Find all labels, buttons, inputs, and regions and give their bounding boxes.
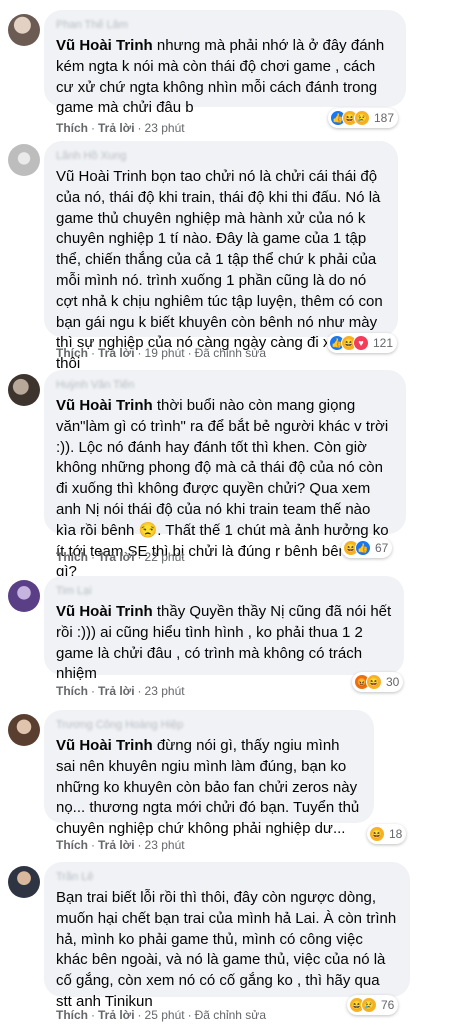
reply-button[interactable]: Trả lời — [98, 838, 135, 852]
sad-icon: 😢 — [354, 110, 370, 126]
mention-link[interactable]: Vũ Hoài Trinh — [56, 603, 153, 620]
comment-actions: Thích · Trả lời · 22 phút — [56, 550, 185, 564]
reaction-summary[interactable]: 😆 👍 67 — [341, 538, 393, 558]
reaction-count: 187 — [374, 111, 395, 125]
avatar[interactable] — [8, 374, 40, 406]
comment-author[interactable]: Trần Lê — [56, 870, 398, 884]
comment-actions: Thích · Trả lời · 23 phút — [56, 121, 185, 135]
comment-time[interactable]: 23 phút — [145, 838, 185, 852]
comment-bubble: Tim Lại Vũ Hoài Trinh thầy Quyền thầy Nị… — [44, 576, 404, 682]
reply-button[interactable]: Trả lời — [98, 550, 135, 564]
reaction-summary[interactable]: 👍 😆 😢 187 — [328, 108, 399, 128]
reaction-count: 30 — [386, 675, 400, 689]
love-icon: ♥ — [353, 335, 369, 351]
comment-time[interactable]: 19 phút — [145, 346, 185, 360]
comment-time[interactable]: 25 phút — [145, 1008, 185, 1022]
like-button[interactable]: Thích — [56, 121, 88, 135]
reply-button[interactable]: Trả lời — [98, 346, 135, 360]
reaction-summary[interactable]: 😆 18 — [367, 824, 407, 844]
comment-time[interactable]: 22 phút — [145, 550, 185, 564]
comment-bubble: Trần Lê Bạn trai biết lỗi rồi thì thôi, … — [44, 862, 410, 1010]
comment-text: Vũ Hoài Trinh nhưng mà phải nhớ là ở đây… — [56, 37, 385, 117]
comment-text: Vũ Hoài Trinh đừng nói gì, thấy ngiu mìn… — [56, 737, 360, 838]
comment-actions: Thích · Trả lời · 19 phút · Đã chỉnh sửa — [56, 346, 266, 360]
comment-bubble: Huỳnh Văn Tiến Vũ Hoài Trinh thời buổi n… — [44, 370, 406, 580]
mention-link[interactable]: Vũ Hoài Trinh — [56, 397, 153, 414]
comment-author[interactable]: Phan Thế Lâm — [56, 18, 394, 32]
like-button[interactable]: Thích — [56, 838, 88, 852]
comment-author[interactable]: Lãnh Hồ Xung — [56, 149, 386, 163]
like-button[interactable]: Thích — [56, 684, 88, 698]
reaction-summary[interactable]: 😡 😆 30 — [352, 672, 404, 692]
sad-icon: 😢 — [361, 997, 377, 1013]
comment-actions: Thích · Trả lời · 23 phút — [56, 684, 185, 698]
comment-bubble: Trương Công Hoàng Hiệp Vũ Hoài Trinh đừn… — [44, 710, 374, 837]
comment-text: Vũ Hoài Trinh thầy Quyền thầy Nị cũng đã… — [56, 603, 392, 683]
reaction-count: 76 — [381, 998, 395, 1012]
comment-author[interactable]: Huỳnh Văn Tiến — [56, 378, 394, 392]
mention-link[interactable]: Vũ Hoài Trinh — [56, 37, 153, 54]
avatar[interactable] — [8, 14, 40, 46]
avatar[interactable] — [8, 714, 40, 746]
edited-label[interactable]: Đã chỉnh sửa — [195, 346, 266, 360]
comment-bubble: Phan Thế Lâm Vũ Hoài Trinh nhưng mà phải… — [44, 10, 406, 116]
avatar[interactable] — [8, 144, 40, 176]
reply-button[interactable]: Trả lời — [98, 684, 135, 698]
like-icon: 👍 — [355, 540, 371, 556]
comment-text: Bạn trai biết lỗi rồi thì thôi, đây còn … — [56, 889, 397, 1010]
like-button[interactable]: Thích — [56, 346, 88, 360]
comment-time[interactable]: 23 phút — [145, 121, 185, 135]
comment-time[interactable]: 23 phút — [145, 684, 185, 698]
comment-author[interactable]: Trương Công Hoàng Hiệp — [56, 718, 362, 732]
reaction-count: 67 — [375, 541, 389, 555]
reaction-count: 18 — [389, 827, 403, 841]
edited-label[interactable]: Đã chỉnh sửa — [195, 1008, 266, 1022]
avatar[interactable] — [8, 866, 40, 898]
comment-actions: Thích · Trả lời · 23 phút — [56, 838, 185, 852]
mention-link[interactable]: Vũ Hoài Trinh — [56, 737, 153, 754]
comment-actions: Thích · Trả lời · 25 phút · Đã chỉnh sửa — [56, 1008, 266, 1022]
haha-icon: 😆 — [369, 826, 385, 842]
reaction-count: 121 — [373, 336, 394, 350]
reaction-summary[interactable]: 👍 😆 ♥ 121 — [327, 333, 398, 353]
haha-icon: 😆 — [366, 674, 382, 690]
reply-button[interactable]: Trả lời — [98, 121, 135, 135]
reply-button[interactable]: Trả lời — [98, 1008, 135, 1022]
reaction-summary[interactable]: 😆 😢 76 — [347, 995, 399, 1015]
like-button[interactable]: Thích — [56, 1008, 88, 1022]
comment-bubble: Lãnh Hồ Xung Vũ Hoài Trinh bọn tao chửi … — [44, 141, 398, 372]
avatar[interactable] — [8, 580, 40, 612]
like-button[interactable]: Thích — [56, 550, 88, 564]
comment-author[interactable]: Tim Lại — [56, 584, 392, 598]
